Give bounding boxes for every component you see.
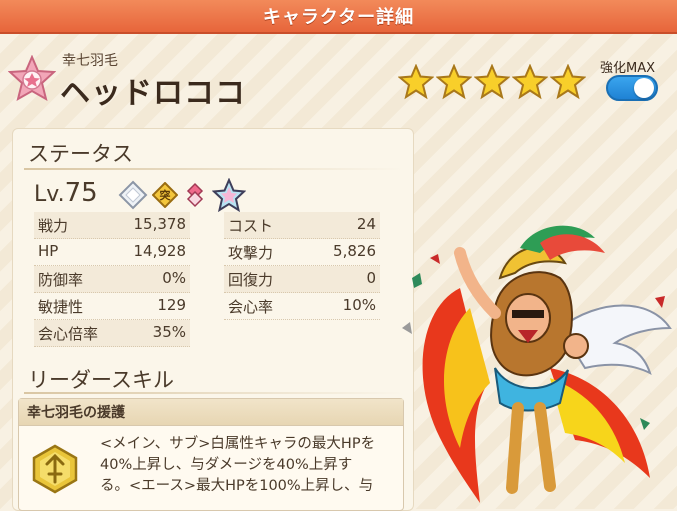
stat-row: 会心率 10% [224, 293, 380, 320]
stat-value: 14,928 [133, 242, 187, 260]
stat-value: 5,826 [333, 242, 376, 260]
star-icon [398, 64, 434, 100]
stat-row: 戦力 15,378 [34, 212, 190, 239]
stat-value: 0 [366, 269, 376, 287]
stat-label: 会心倍率 [38, 325, 99, 343]
leader-skill-description: <メイン、サブ>白属性キャラの最大HPを 40%上昇し、与ダメージを40%上昇す… [100, 434, 400, 497]
pink-gem-icon [186, 182, 204, 208]
stat-row: コスト 24 [224, 212, 380, 239]
status-section-title: ステータス [28, 142, 133, 166]
star-icon [436, 64, 472, 100]
stat-label: 攻撃力 [228, 244, 274, 262]
stat-label: 防御率 [38, 271, 84, 289]
stat-row: 回復力 0 [224, 266, 380, 293]
level-display: Lv.75 [34, 178, 98, 208]
rarity-stars [398, 64, 586, 100]
stat-label: 回復力 [228, 271, 274, 289]
stat-value: 15,378 [133, 215, 187, 233]
character-artwork [402, 225, 672, 503]
stat-label: 敏捷性 [38, 298, 84, 316]
stat-value: 129 [157, 296, 186, 314]
divider [24, 392, 404, 394]
skill-text-line: <メイン、サブ>白属性キャラの最大HPを [100, 436, 376, 452]
breakthrough-badge-icon: 突 [152, 182, 178, 208]
stat-value: 35% [152, 323, 186, 341]
skill-text-line: る。<エース>最大HPを100%上昇し、与 [100, 478, 374, 494]
stat-row: 攻撃力 5,826 [224, 239, 380, 266]
character-subtitle: 幸七羽毛 [62, 53, 118, 69]
rainbow-star-icon [212, 178, 246, 212]
stat-row: 会心倍率 35% [34, 320, 190, 347]
leader-skill-emblem-icon [32, 444, 78, 494]
character-badge-icon [8, 55, 56, 102]
stat-label: 戦力 [38, 217, 69, 235]
max-enhance-label: 強化MAX [600, 61, 656, 76]
star-icon [550, 64, 586, 100]
max-enhance-toggle[interactable] [606, 75, 658, 101]
stat-row: 防御率 0% [34, 266, 190, 293]
attribute-gems: 突 [118, 178, 246, 212]
stat-value: 0% [162, 269, 186, 287]
screen-title: キャラクター詳細 [262, 7, 415, 28]
star-icon [474, 64, 510, 100]
level-value: 75 [64, 178, 98, 208]
stat-row: 敏捷性 129 [34, 293, 190, 320]
breakthrough-badge-text: 突 [160, 188, 171, 202]
stat-label: コスト [228, 217, 274, 235]
divider [24, 168, 404, 170]
title-bar: キャラクター詳細 [0, 0, 677, 34]
white-diamond-icon [118, 180, 148, 210]
leader-skill-section-title: リーダースキル [28, 368, 174, 392]
character-name: ヘッドロココ [60, 76, 246, 111]
stat-label: 会心率 [228, 298, 274, 316]
level-label: Lv. [34, 182, 65, 207]
leader-skill-header: 幸七羽毛の援護 [19, 399, 403, 426]
star-icon [512, 64, 548, 100]
skill-text-line: 40%上昇し、与ダメージを40%上昇す [100, 457, 353, 473]
stat-value: 24 [356, 215, 376, 233]
stat-label: HP [38, 242, 59, 260]
toggle-knob [634, 78, 654, 98]
stat-value: 10% [342, 296, 376, 314]
stat-row: HP 14,928 [34, 239, 190, 266]
leader-skill-name: 幸七羽毛の援護 [27, 405, 125, 421]
